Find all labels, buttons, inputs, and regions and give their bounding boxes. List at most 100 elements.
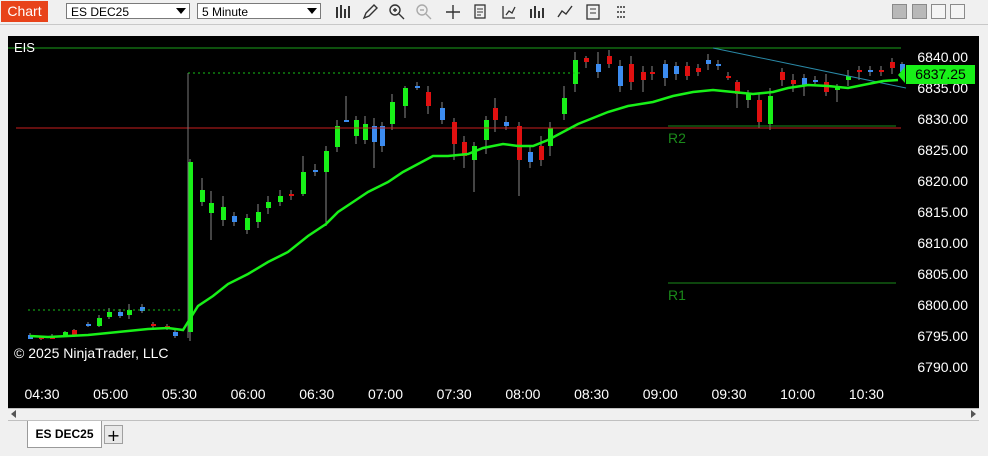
candle-body [706,60,711,64]
moving-average-line [29,78,899,339]
candle-body [380,126,385,146]
candle-body [573,60,578,84]
candle-body [504,122,509,126]
candle-body [562,98,567,114]
horizontal-scrollbar[interactable] [8,408,979,421]
candle-body [641,72,646,80]
candle-body [151,324,156,326]
candle-body [484,120,489,140]
candle-body [768,96,773,124]
candle-body [584,58,589,62]
candle-body [629,64,634,82]
copyright-text: © 2025 NinjaTrader, LLC [14,345,169,361]
candle-body [857,70,862,72]
price-tick-label: 6810.00 [917,235,968,251]
candle-body [517,126,522,160]
instrument-value: ES DEC25 [71,5,130,19]
close-icon[interactable] [950,4,965,19]
candle-body [256,212,261,222]
candle-body [757,100,762,122]
time-tick-label: 09:30 [711,386,746,402]
instrument-tabs-bar: ES DEC25 + [0,421,988,456]
candle-body [696,68,701,72]
price-tick-label: 6805.00 [917,266,968,282]
price-tick-label: 6820.00 [917,173,968,189]
candle-body [209,203,214,213]
chart-toolbar: Chart ES DEC25 5 Minute [0,0,988,25]
candle-body [127,310,132,315]
r1-label: R1 [668,287,686,303]
candle-body [301,172,306,194]
restore-icon[interactable] [912,4,927,19]
interval-value: 5 Minute [202,5,249,19]
properties-icon[interactable] [584,3,602,21]
candle-body [335,126,340,147]
add-tab-button[interactable]: + [104,425,123,445]
candle-body [440,108,445,120]
candle-body [596,64,601,72]
time-tick-label: 06:30 [299,386,334,402]
last-price-marker: 6837.25 [906,65,975,84]
candle-body [173,332,178,336]
candle-body [266,202,271,208]
candle-body [716,64,721,66]
time-tick-label: 08:30 [574,386,609,402]
instrument-tab[interactable]: ES DEC25 [27,421,102,448]
zoom-in-icon[interactable] [388,3,406,21]
candle-body [813,80,818,82]
chart-window-tab[interactable]: Chart [1,1,48,22]
candle-body [618,66,623,86]
candle-body [107,312,112,317]
candle-body [403,88,408,106]
indicators-icon[interactable] [500,3,518,21]
time-tick-label: 05:00 [93,386,128,402]
time-tick-label: 10:00 [780,386,815,402]
price-tick-label: 6800.00 [917,297,968,313]
candle-body [452,122,457,144]
candle-body [607,56,612,64]
candle-body [539,146,544,160]
candle-body [363,124,368,140]
data-box-icon[interactable] [472,3,490,21]
price-tick-label: 6840.00 [917,49,968,65]
candle-body [324,151,329,172]
candle-body [791,80,796,84]
candle-body [493,108,498,120]
candle-body [232,216,237,222]
zoom-out-icon[interactable] [415,3,433,21]
drawing-tools-icon[interactable] [556,3,574,21]
interval-selector[interactable]: 5 Minute [197,3,321,19]
price-chart[interactable]: 6840.00 6835.00 6830.00 6825.00 6820.00 6815.… [8,36,979,408]
candle-body [188,162,193,332]
time-tick-label: 07:00 [368,386,403,402]
price-tick-label: 6815.00 [917,204,968,220]
time-tick-label: 09:00 [643,386,678,402]
candle-body [780,72,785,80]
candle-body [344,120,349,122]
time-tick-label: 05:30 [162,386,197,402]
price-tick-label: 6795.00 [917,328,968,344]
time-tick-label: 06:00 [231,386,266,402]
time-tick-label: 04:30 [24,386,59,402]
candle-body [674,66,679,74]
candle-body [890,62,895,68]
candle-body [390,102,395,124]
price-tick-label: 6825.00 [917,142,968,158]
candle-body [221,207,226,220]
candle-body [200,190,205,202]
crosshair-icon[interactable] [444,3,462,21]
candle-body [245,218,250,230]
minimize-icon[interactable] [892,4,907,19]
instrument-selector[interactable]: ES DEC25 [66,3,190,19]
bars-type-icon[interactable] [334,3,352,21]
more-icon[interactable] [612,3,630,21]
draw-pencil-icon[interactable] [361,3,379,21]
strategy-icon[interactable] [528,3,546,21]
candle-body [313,170,318,172]
chevron-down-icon [307,8,317,14]
time-tick-label: 07:30 [437,386,472,402]
candle-body [278,196,283,202]
candle-body [879,70,884,72]
chevron-down-icon [176,8,186,14]
maximize-icon[interactable] [931,4,946,19]
